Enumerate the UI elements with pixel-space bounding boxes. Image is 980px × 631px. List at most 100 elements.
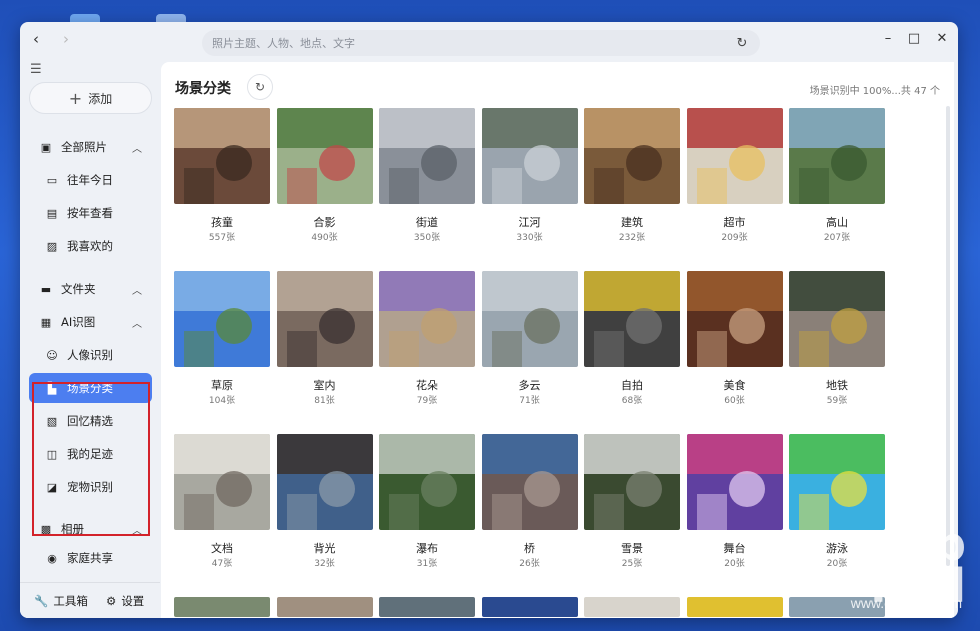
scene-thumbnail[interactable]: [174, 597, 270, 617]
sidebar-item-all-photos[interactable]: ▣ 全部照片 ︿: [29, 132, 152, 162]
back-button[interactable]: ‹: [26, 28, 46, 50]
scene-card[interactable]: 草原 104张: [174, 271, 270, 411]
scene-card[interactable]: 江河 330张: [481, 108, 578, 248]
scene-count: 32张: [314, 559, 335, 569]
scene-thumbnail[interactable]: [686, 271, 783, 367]
scene-thumbnail[interactable]: [686, 597, 783, 617]
scene-card[interactable]: 地铁 59张: [789, 271, 885, 411]
scene-card[interactable]: 美食 60张: [686, 271, 783, 411]
chevron-up-icon[interactable]: ︿: [132, 315, 142, 330]
scene-thumbnail[interactable]: [379, 271, 475, 367]
search-input[interactable]: [212, 36, 734, 50]
title-bar: ‹ › ↻ – □ ✕: [20, 22, 958, 58]
scene-label: 雪景: [621, 542, 643, 555]
scene-card[interactable]: 孩童 557张: [174, 108, 270, 248]
settings-button[interactable]: ⚙ 设置: [106, 593, 144, 609]
scene-label: 草原: [211, 379, 233, 392]
scene-thumbnail[interactable]: [379, 434, 475, 530]
scene-thumbnail[interactable]: [379, 108, 475, 204]
scene-thumbnail[interactable]: [174, 108, 270, 204]
image-search-icon[interactable]: ↻: [734, 35, 750, 51]
chevron-up-icon[interactable]: ︿: [132, 140, 142, 155]
face-icon: ☺: [46, 348, 58, 362]
scene-thumbnail[interactable]: [276, 108, 373, 204]
collapse-sidebar-icon[interactable]: ☰: [30, 62, 46, 77]
scene-label: 孩童: [211, 216, 233, 229]
sidebar-item-footprints[interactable]: ◫ 我的足迹: [29, 439, 152, 469]
scene-card[interactable]: 超市 209张: [686, 108, 783, 248]
refresh-button[interactable]: ↻: [247, 74, 273, 100]
scene-thumbnail[interactable]: [174, 434, 270, 530]
add-button[interactable]: + 添加: [29, 82, 152, 114]
sidebar-item-family-share[interactable]: ◉ 家庭共享: [29, 547, 152, 569]
scene-card[interactable]: 雪景 25张: [584, 434, 680, 574]
scene-thumbnail[interactable]: [584, 597, 680, 617]
sidebar-item-on-this-day[interactable]: ▭ 往年今日: [29, 165, 152, 195]
scene-card[interactable]: 高山 207张: [789, 108, 885, 248]
scene-thumbnail[interactable]: [584, 434, 680, 530]
scene-card[interactable]: 文档 47张: [174, 434, 270, 574]
scene-count: 350张: [413, 233, 441, 243]
scene-label: 瀑布: [416, 542, 438, 555]
scene-count: 47张: [211, 559, 233, 569]
scene-card-partial[interactable]: [276, 597, 373, 617]
scene-card[interactable]: 多云 71张: [481, 271, 578, 411]
sidebar-item-face-recognition[interactable]: ☺ 人像识别: [29, 340, 152, 370]
sidebar-item-memories[interactable]: ▧ 回忆精选: [29, 406, 152, 436]
chevron-up-icon[interactable]: ︿: [132, 282, 142, 297]
scene-thumbnail[interactable]: [379, 597, 475, 617]
scene-thumbnail[interactable]: [584, 108, 680, 204]
scene-card[interactable]: 桥 26张: [481, 434, 578, 574]
scene-card-partial[interactable]: [174, 597, 270, 617]
scene-thumbnail[interactable]: [276, 434, 373, 530]
scene-card[interactable]: 自拍 68张: [584, 271, 680, 411]
scene-thumbnail[interactable]: [481, 434, 578, 530]
scene-card-partial[interactable]: [686, 597, 783, 617]
family-icon: ◉: [47, 551, 57, 565]
close-button[interactable]: ✕: [930, 26, 954, 50]
sidebar-item-by-year[interactable]: ▤ 按年查看: [29, 198, 152, 228]
scene-card[interactable]: 花朵 79张: [379, 271, 475, 411]
sidebar-item-label: 场景分类: [67, 381, 113, 395]
scene-card[interactable]: 室内 81张: [276, 271, 373, 411]
sidebar-item-ai-recognition[interactable]: ▦ AI识图 ︿: [29, 307, 152, 337]
scene-card[interactable]: 舞台 20张: [686, 434, 783, 574]
forward-button[interactable]: ›: [56, 28, 76, 50]
scene-card[interactable]: 建筑 232张: [584, 108, 680, 248]
scene-thumbnail[interactable]: [686, 108, 783, 204]
toolbox-button[interactable]: 🔧 工具箱: [34, 593, 88, 609]
scene-thumbnail[interactable]: [174, 271, 270, 367]
maximize-button[interactable]: □: [902, 26, 926, 50]
sidebar-item-favorites[interactable]: ▨ 我喜欢的: [29, 231, 152, 261]
scene-card-partial[interactable]: [481, 597, 578, 617]
scene-thumbnail[interactable]: [276, 597, 373, 617]
scene-thumbnail[interactable]: [789, 271, 885, 367]
scene-thumbnail[interactable]: [276, 271, 373, 367]
sidebar-item-albums[interactable]: ▩ 相册 ︿: [29, 514, 152, 544]
scene-card-partial[interactable]: [379, 597, 475, 617]
scene-count: 26张: [519, 559, 540, 569]
scene-thumbnail[interactable]: [584, 271, 680, 367]
sidebar-item-label: 人像识别: [67, 348, 113, 362]
scene-card-partial[interactable]: [584, 597, 680, 617]
scene-card[interactable]: 合影 490张: [276, 108, 373, 248]
scene-thumbnail[interactable]: [481, 271, 578, 367]
sidebar-item-scene-classification[interactable]: ▙ 场景分类: [29, 373, 152, 403]
scene-thumbnail[interactable]: [481, 597, 578, 617]
scene-thumbnail[interactable]: [789, 434, 885, 530]
scrollbar[interactable]: [946, 106, 950, 566]
scene-thumbnail[interactable]: [481, 108, 578, 204]
sidebar-item-label: AI识图: [61, 315, 96, 329]
scene-card[interactable]: 瀑布 31张: [379, 434, 475, 574]
scene-card[interactable]: 街道 350张: [379, 108, 475, 248]
sidebar-item-pet-recognition[interactable]: ◪ 宠物识别: [29, 472, 152, 502]
chevron-up-icon[interactable]: ︿: [132, 522, 142, 537]
scene-thumbnail[interactable]: [686, 434, 783, 530]
watermark-text: www.chiphell.com: [850, 595, 962, 611]
sidebar-item-folders[interactable]: ▬ 文件夹 ︿: [29, 274, 152, 304]
minimize-button[interactable]: –: [876, 26, 900, 50]
sidebar-item-label: 相册: [61, 522, 84, 536]
scene-thumbnail[interactable]: [789, 108, 885, 204]
scene-card[interactable]: 背光 32张: [276, 434, 373, 574]
scene-count: 104张: [208, 396, 236, 406]
